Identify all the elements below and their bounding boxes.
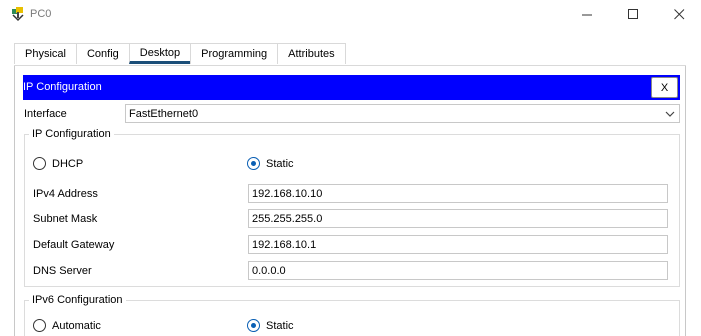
- ipv6-configuration-legend: IPv6 Configuration: [29, 294, 126, 306]
- ipv6-static-radio[interactable]: [247, 319, 260, 332]
- interface-label: Interface: [24, 108, 67, 120]
- default-gateway-value: 192.168.10.1: [252, 239, 317, 251]
- ip-config-header-title: IP Configuration: [23, 81, 102, 93]
- interface-select[interactable]: FastEthernet0: [125, 104, 680, 123]
- ipv4-address-value: 192.168.10.10: [252, 188, 323, 200]
- tab-config[interactable]: Config: [75, 43, 130, 64]
- tab-desktop[interactable]: Desktop: [128, 43, 192, 64]
- window-close-button[interactable]: [656, 0, 701, 28]
- minimize-icon: [581, 14, 592, 15]
- subnet-mask-label: Subnet Mask: [33, 213, 98, 225]
- maximize-button[interactable]: [610, 0, 656, 28]
- tab-physical[interactable]: Physical: [14, 43, 77, 64]
- interface-select-value: FastEthernet0: [129, 108, 199, 120]
- default-gateway-field[interactable]: 192.168.10.1: [248, 235, 668, 254]
- chevron-down-icon: [665, 109, 675, 122]
- subnet-mask-field[interactable]: 255.255.255.0: [248, 209, 668, 228]
- static-label: Static: [266, 158, 294, 170]
- dns-server-field[interactable]: 0.0.0.0: [248, 261, 668, 280]
- ipv6-automatic-label: Automatic: [52, 320, 101, 332]
- dns-server-label: DNS Server: [33, 265, 92, 277]
- ip-configuration-legend: IP Configuration: [29, 128, 114, 140]
- dhcp-label: DHCP: [52, 158, 84, 170]
- subnet-mask-value: 255.255.255.0: [252, 213, 323, 225]
- close-icon: [673, 8, 684, 19]
- ip-config-close-button[interactable]: X: [651, 77, 678, 98]
- tab-attributes[interactable]: Attributes: [277, 43, 346, 64]
- dhcp-radio[interactable]: [33, 157, 46, 170]
- window-title: PC0: [30, 8, 52, 20]
- tab-bar: Physical Config Desktop Programming Attr…: [14, 43, 346, 65]
- title-bar: PC0: [0, 0, 701, 28]
- dns-server-value: 0.0.0.0: [252, 265, 286, 277]
- ipv4-address-label: IPv4 Address: [33, 188, 98, 200]
- ipv4-address-field[interactable]: 192.168.10.10: [248, 184, 668, 203]
- packet-tracer-pc-icon: [10, 6, 26, 22]
- ip-config-header: IP Configuration: [23, 75, 680, 100]
- default-gateway-label: Default Gateway: [33, 239, 115, 251]
- ipv6-automatic-radio[interactable]: [33, 319, 46, 332]
- minimize-button[interactable]: [564, 0, 610, 28]
- ipv6-static-label: Static: [266, 320, 294, 332]
- maximize-icon: [627, 8, 638, 19]
- tab-programming[interactable]: Programming: [190, 43, 279, 64]
- static-radio[interactable]: [247, 157, 260, 170]
